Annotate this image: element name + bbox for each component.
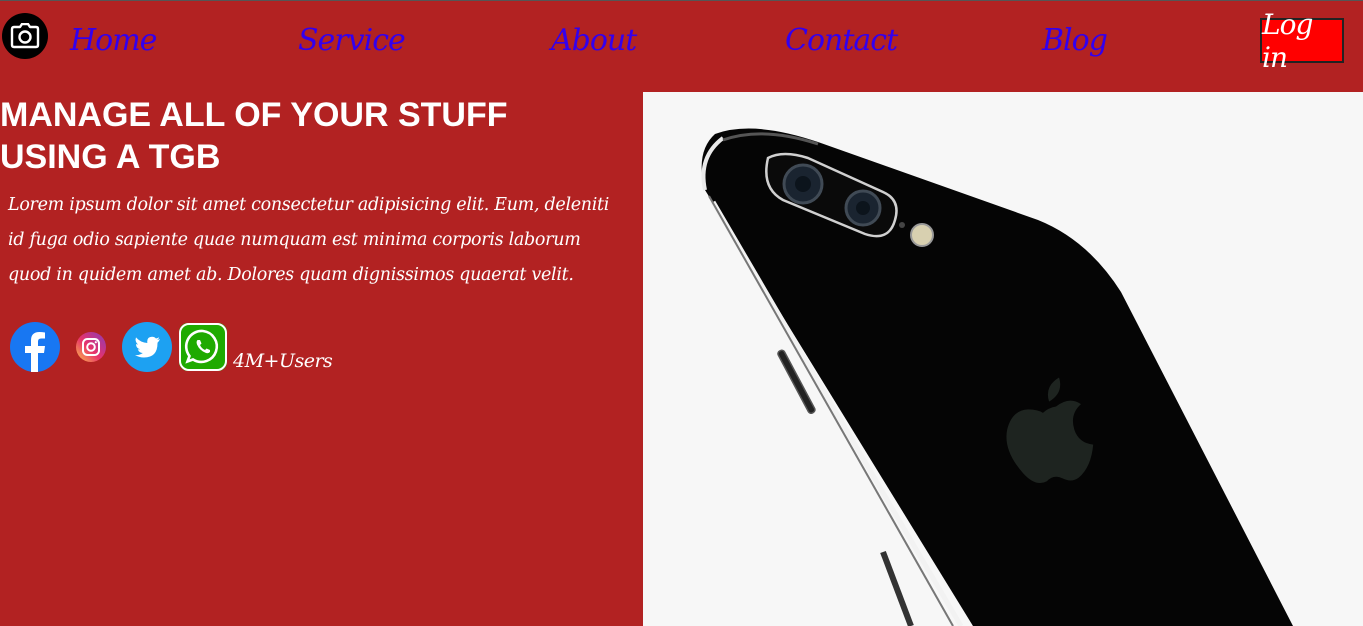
smartphone-image	[643, 92, 1363, 626]
login-button[interactable]: Log in	[1260, 8, 1344, 74]
twitter-icon[interactable]	[122, 322, 172, 372]
whatsapp-icon[interactable]	[179, 323, 227, 371]
nav-contact-link[interactable]: Contact	[785, 23, 898, 58]
nav-blog-link[interactable]: Blog	[1042, 23, 1108, 58]
instagram-icon[interactable]	[75, 331, 107, 363]
nav-home-link[interactable]: Home	[70, 23, 157, 58]
nav-service-link[interactable]: Service	[298, 23, 406, 58]
hero-title-line2: USING A TGB	[0, 138, 221, 176]
nav-about-link[interactable]: About	[551, 23, 637, 58]
facebook-icon[interactable]	[10, 322, 60, 372]
users-count: 4M+Users	[233, 350, 333, 372]
hero-title: MANAGE ALL OF YOUR STUFF USING A TGB	[0, 94, 620, 178]
hero-description: Lorem ipsum dolor sit amet consectetur a…	[8, 195, 610, 285]
navbar: Home Service About Contact Blog Log in	[0, 1, 1363, 92]
camera-icon[interactable]	[2, 13, 48, 59]
hero-title-line1: MANAGE ALL OF YOUR STUFF	[0, 96, 508, 134]
